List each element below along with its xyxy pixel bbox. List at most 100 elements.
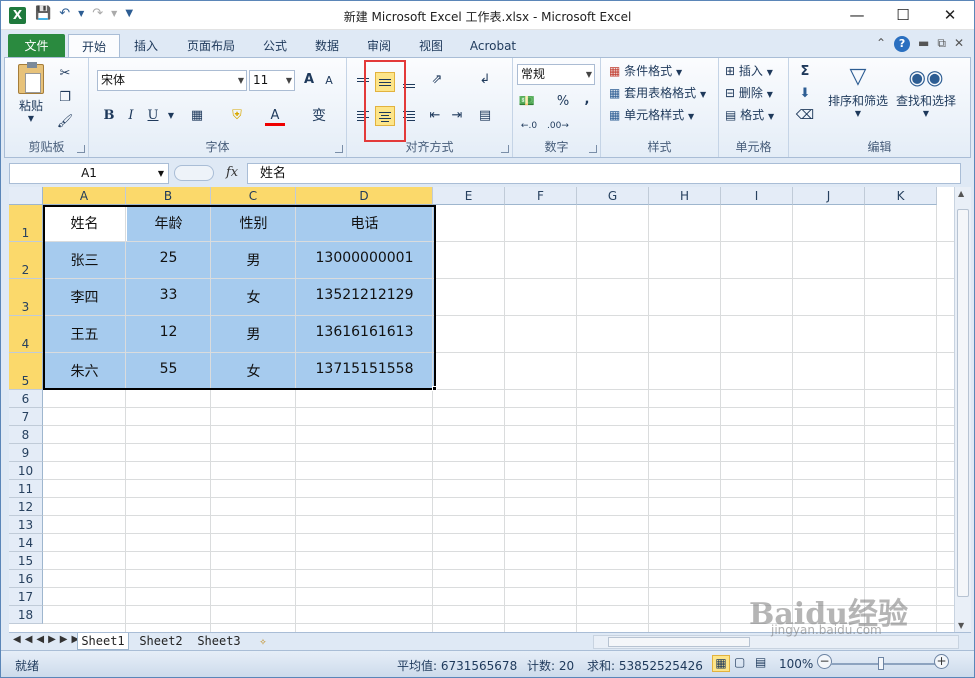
zoom-slider-thumb[interactable] bbox=[878, 657, 884, 670]
dialog-launcher-icon[interactable] bbox=[589, 145, 597, 153]
bold-button[interactable]: B bbox=[99, 106, 119, 126]
format-cells-button[interactable]: ▤ 格式 ▼ bbox=[725, 106, 774, 126]
normal-view-icon[interactable]: ▦ bbox=[712, 655, 730, 672]
help-icon[interactable]: ? bbox=[894, 36, 911, 52]
column-header-f[interactable]: F bbox=[505, 187, 577, 205]
column-header-a[interactable]: A bbox=[43, 187, 126, 205]
row-header-8[interactable]: 8 bbox=[9, 426, 43, 444]
minimize-workbook-icon[interactable]: ▬ bbox=[918, 36, 929, 52]
tab-formulas[interactable]: 公式 bbox=[255, 34, 295, 58]
row-header-6[interactable]: 6 bbox=[9, 390, 43, 408]
comma-button[interactable]: , bbox=[577, 90, 597, 110]
dialog-launcher-icon[interactable] bbox=[77, 145, 85, 153]
paste-button[interactable]: 粘贴 ▼ bbox=[13, 62, 49, 123]
tab-data[interactable]: 数据 bbox=[307, 34, 347, 58]
merge-center-icon[interactable]: ▤ bbox=[475, 106, 495, 126]
find-select-button[interactable]: ◉◉ 查找和选择 ▼ bbox=[893, 62, 959, 118]
number-format-select[interactable]: 常规 ▼ bbox=[517, 64, 595, 85]
tab-review[interactable]: 审阅 bbox=[359, 34, 399, 58]
autosum-icon[interactable]: Σ bbox=[795, 62, 815, 82]
row-header-3[interactable]: 3 bbox=[9, 279, 43, 316]
scroll-down-icon[interactable]: ▼ bbox=[958, 621, 964, 630]
zoom-in-icon[interactable]: + bbox=[934, 654, 949, 669]
column-header-h[interactable]: H bbox=[649, 187, 721, 205]
formula-splitter[interactable] bbox=[174, 165, 214, 181]
column-header-k[interactable]: K bbox=[865, 187, 937, 205]
row-header-16[interactable]: 16 bbox=[9, 570, 43, 588]
column-header-g[interactable]: G bbox=[577, 187, 649, 205]
tab-acrobat[interactable]: Acrobat bbox=[463, 34, 523, 58]
font-color-button[interactable]: A bbox=[265, 106, 285, 126]
delete-cells-button[interactable]: ⊟ 删除 ▼ bbox=[725, 84, 773, 104]
row-header-11[interactable]: 11 bbox=[9, 480, 43, 498]
increase-decimal-icon[interactable]: ←.0 bbox=[519, 116, 539, 136]
horizontal-scrollbar[interactable] bbox=[593, 635, 959, 649]
column-header-e[interactable]: E bbox=[433, 187, 505, 205]
format-painter-icon[interactable]: 🖌 bbox=[55, 112, 75, 132]
zoom-level[interactable]: 100% bbox=[779, 657, 813, 671]
row-header-13[interactable]: 13 bbox=[9, 516, 43, 534]
row-header-17[interactable]: 17 bbox=[9, 588, 43, 606]
row-header-15[interactable]: 15 bbox=[9, 552, 43, 570]
vertical-scrollbar[interactable]: ▲ ▼ bbox=[954, 187, 971, 632]
font-name-select[interactable]: 宋体 ▼ bbox=[97, 70, 247, 91]
page-layout-view-icon[interactable]: ▢ bbox=[734, 655, 745, 669]
select-all-corner[interactable] bbox=[9, 187, 43, 205]
tab-page-layout[interactable]: 页面布局 bbox=[179, 34, 243, 58]
conditional-format-button[interactable]: ▦ 条件格式 ▼ bbox=[609, 62, 682, 82]
borders-icon[interactable]: ▦ bbox=[187, 106, 207, 126]
scroll-up-icon[interactable]: ▲ bbox=[958, 189, 964, 198]
chevron-down-icon[interactable]: ▼ bbox=[161, 106, 181, 126]
italic-button[interactable]: I bbox=[121, 106, 141, 126]
minimize-button[interactable]: — bbox=[834, 1, 880, 30]
vertical-scroll-thumb[interactable] bbox=[957, 209, 969, 597]
cell-styles-button[interactable]: ▦ 单元格样式 ▼ bbox=[609, 106, 694, 126]
insert-cells-button[interactable]: ⊞ 插入 ▼ bbox=[725, 62, 773, 82]
row-header-5[interactable]: 5 bbox=[9, 353, 43, 390]
grow-font-button[interactable]: A bbox=[299, 70, 319, 90]
fill-icon[interactable]: ⬇ bbox=[795, 84, 815, 104]
fill-handle[interactable] bbox=[432, 386, 437, 391]
row-header-1[interactable]: 1 bbox=[9, 205, 43, 242]
font-size-select[interactable]: 11 ▼ bbox=[249, 70, 295, 91]
zoom-out-icon[interactable]: − bbox=[817, 654, 832, 669]
sort-filter-button[interactable]: ▽ 排序和筛选 ▼ bbox=[825, 62, 891, 118]
row-header-7[interactable]: 7 bbox=[9, 408, 43, 426]
clear-icon[interactable]: ⌫ bbox=[795, 106, 815, 126]
sheet-tab-sheet2[interactable]: Sheet2 bbox=[135, 633, 187, 650]
row-header-12[interactable]: 12 bbox=[9, 498, 43, 516]
insert-function-button[interactable]: fx bbox=[226, 165, 238, 180]
shrink-font-button[interactable]: A bbox=[319, 71, 339, 91]
insert-sheet-icon[interactable]: ✧ bbox=[251, 633, 275, 650]
maximize-button[interactable]: ☐ bbox=[880, 1, 926, 30]
column-header-b[interactable]: B bbox=[126, 187, 211, 205]
sheet-tab-sheet1[interactable]: Sheet1 bbox=[77, 633, 129, 650]
sheet-nav-icons[interactable]: ◀◀◀▶▶▶ bbox=[13, 634, 83, 645]
currency-icon[interactable]: 💵 bbox=[517, 92, 537, 112]
collapse-ribbon-icon[interactable]: ⌃ bbox=[876, 36, 886, 52]
format-as-table-button[interactable]: ▦ 套用表格格式 ▼ bbox=[609, 84, 706, 104]
row-header-9[interactable]: 9 bbox=[9, 444, 43, 462]
row-header-4[interactable]: 4 bbox=[9, 316, 43, 353]
dialog-launcher-icon[interactable] bbox=[335, 145, 343, 153]
increase-indent-icon[interactable]: ⇥ bbox=[447, 106, 467, 126]
tab-file[interactable]: 文件 bbox=[8, 34, 65, 58]
phonetic-guide-button[interactable]: 变 bbox=[309, 106, 329, 126]
copy-icon[interactable]: ❐ bbox=[55, 88, 75, 108]
row-header-10[interactable]: 10 bbox=[9, 462, 43, 480]
wrap-text-icon[interactable]: ↲ bbox=[475, 70, 495, 90]
percent-button[interactable]: % bbox=[553, 92, 573, 112]
decrease-decimal-icon[interactable]: .00→ bbox=[547, 116, 569, 136]
row-header-18[interactable]: 18 bbox=[9, 606, 43, 624]
horizontal-scroll-thumb[interactable] bbox=[608, 637, 750, 647]
column-header-c[interactable]: C bbox=[211, 187, 296, 205]
close-workbook-icon[interactable]: ✕ bbox=[954, 36, 964, 52]
page-break-view-icon[interactable]: ▤ bbox=[755, 655, 766, 669]
column-header-j[interactable]: J bbox=[793, 187, 865, 205]
restore-workbook-icon[interactable]: ⧉ bbox=[937, 36, 946, 52]
tab-insert[interactable]: 插入 bbox=[126, 34, 166, 58]
formula-input[interactable]: 姓名 bbox=[247, 163, 961, 184]
row-header-2[interactable]: 2 bbox=[9, 242, 43, 279]
column-header-d[interactable]: D bbox=[296, 187, 433, 205]
column-header-i[interactable]: I bbox=[721, 187, 793, 205]
